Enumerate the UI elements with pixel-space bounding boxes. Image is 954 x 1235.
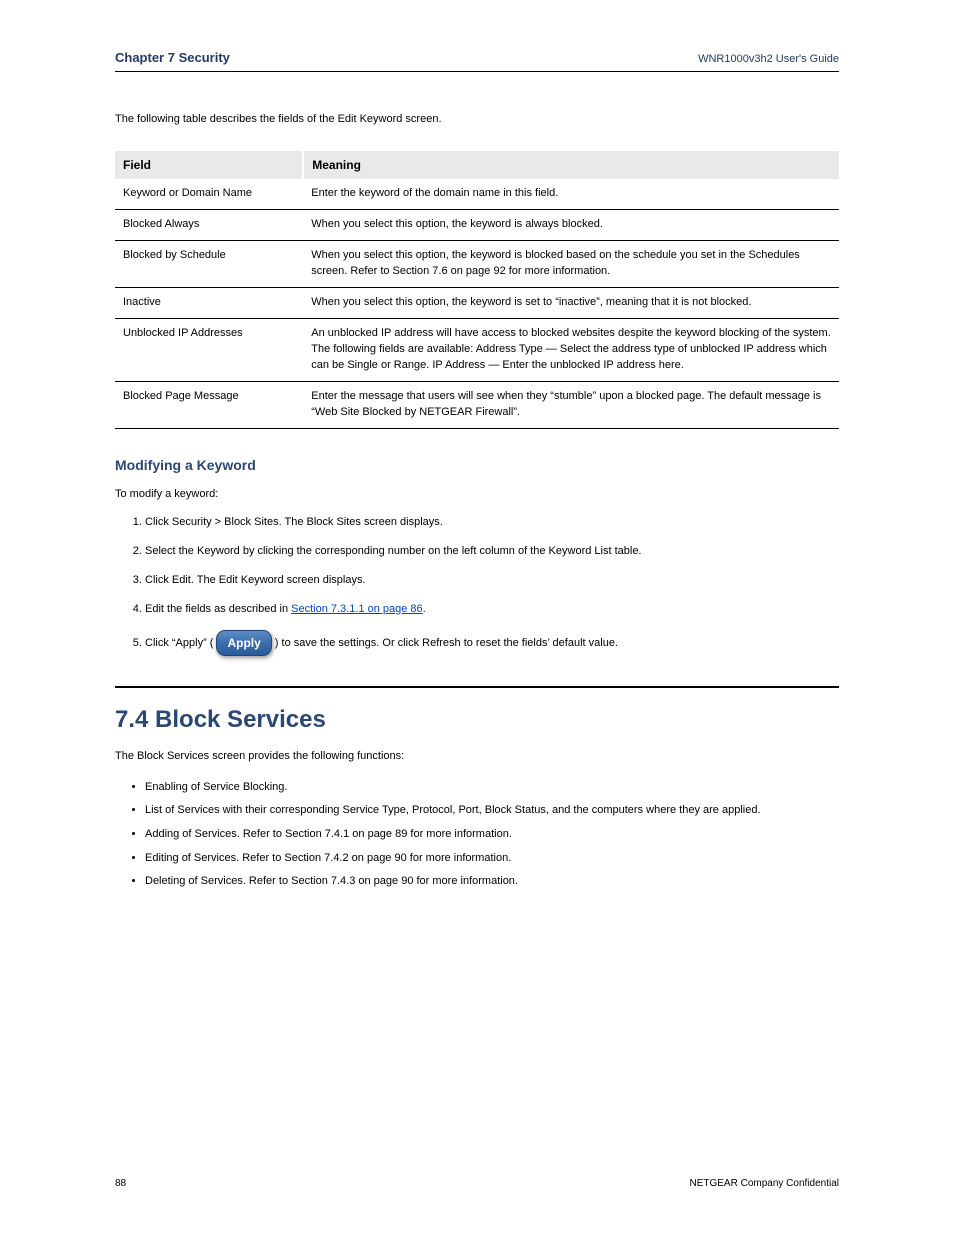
section-link[interactable]: Section 7.3.1.1 on page 86	[291, 603, 423, 615]
page-header: Chapter 7 Security WNR1000v3h2 User's Gu…	[115, 50, 839, 72]
page-footer: 88 NETGEAR Company Confidential	[115, 1178, 839, 1189]
sublead: The Block Services screen provides the f…	[115, 748, 839, 765]
guide-label: WNR1000v3h2 User's Guide	[698, 53, 839, 65]
intro-text: The following table describes the fields…	[115, 112, 839, 127]
apply-button[interactable]: Apply	[216, 630, 271, 657]
steps-list: Click Security > Block Sites. The Block …	[115, 514, 839, 657]
list-item: Editing of Services. Refer to Section 7.…	[145, 850, 839, 868]
definition-table: Field Meaning Keyword or Domain NameEnte…	[115, 151, 839, 428]
page-number: 88	[115, 1178, 126, 1189]
section-title-modify: Modifying a Keyword	[115, 455, 839, 477]
list-item: Enabling of Service Blocking.	[145, 779, 839, 797]
section-divider	[115, 686, 839, 688]
list-item: Adding of Services. Refer to Section 7.4…	[145, 826, 839, 844]
table-row: Blocked by ScheduleWhen you select this …	[115, 241, 839, 288]
bullet-list: Enabling of Service Blocking. List of Se…	[115, 779, 839, 891]
table-row: Keyword or Domain NameEnter the keyword …	[115, 179, 839, 209]
heading-block-services: 7.4 Block Services	[115, 706, 839, 734]
table-row: Blocked AlwaysWhen you select this optio…	[115, 210, 839, 241]
table-row: Unblocked IP AddressesAn unblocked IP ad…	[115, 319, 839, 382]
chapter-label: Chapter 7 Security	[115, 50, 230, 65]
list-item: List of Services with their correspondin…	[145, 802, 839, 820]
step-item: Click Security > Block Sites. The Block …	[145, 514, 839, 531]
step-item: Click “Apply” (Apply) to save the settin…	[145, 630, 839, 657]
list-item: Deleting of Services. Refer to Section 7…	[145, 873, 839, 891]
step-item: Click Edit. The Edit Keyword screen disp…	[145, 572, 839, 589]
col-field: Field	[115, 151, 303, 179]
step-item: Select the Keyword by clicking the corre…	[145, 543, 839, 560]
table-row: InactiveWhen you select this option, the…	[115, 288, 839, 319]
col-desc: Meaning	[303, 151, 839, 179]
modify-keyword-section: Modifying a Keyword To modify a keyword:…	[115, 455, 839, 657]
step-item: Edit the fields as described in Section …	[145, 601, 839, 618]
confidential-label: NETGEAR Company Confidential	[689, 1178, 839, 1189]
modify-lead: To modify a keyword:	[115, 486, 839, 503]
table-row: Blocked Page MessageEnter the message th…	[115, 381, 839, 428]
